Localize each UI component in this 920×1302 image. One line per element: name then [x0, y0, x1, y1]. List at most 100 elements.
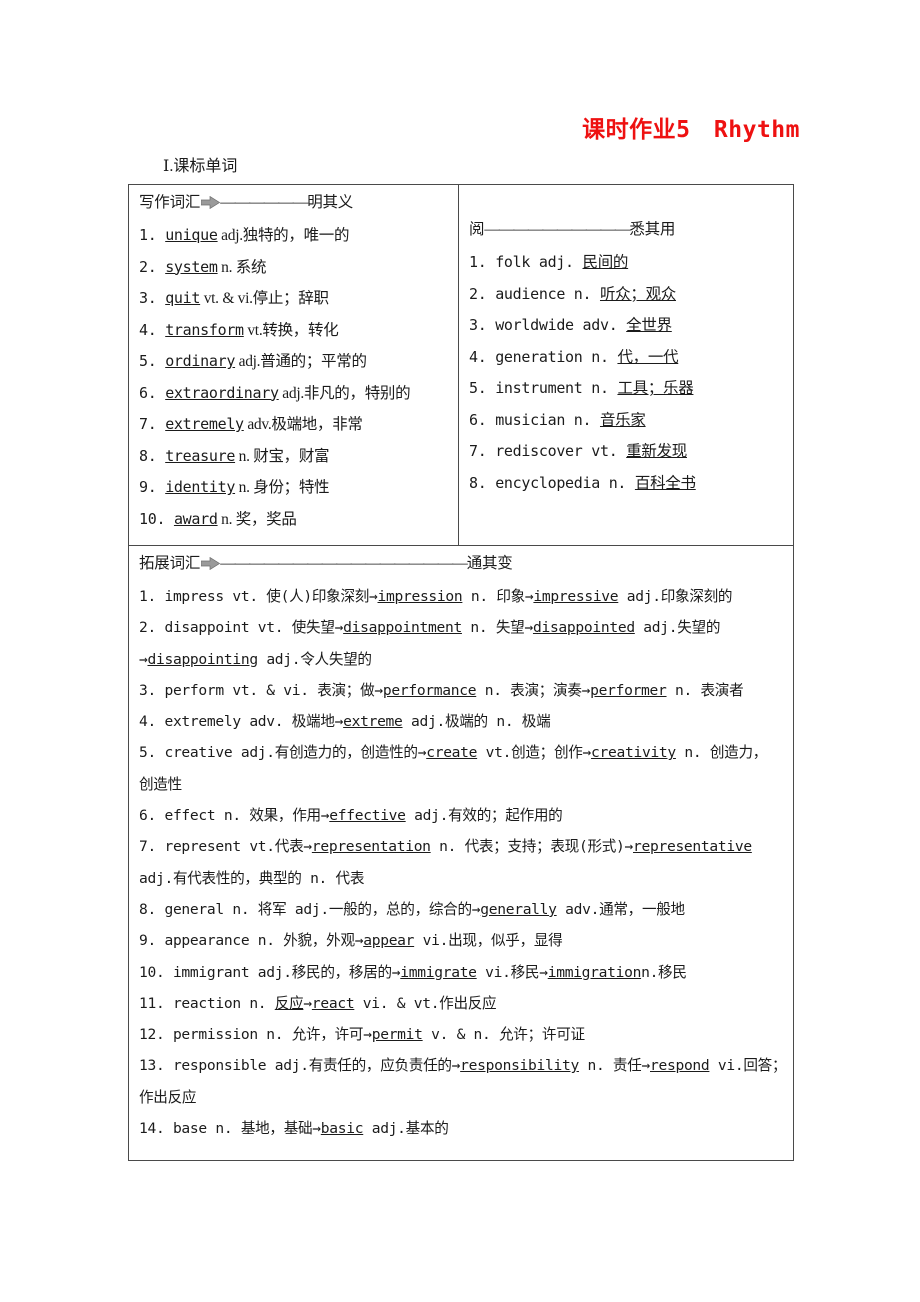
item-number: 3. [469, 316, 496, 334]
extended-vocab-line: 13. responsible adj.有责任的，应负责任的→responsib… [139, 1050, 787, 1081]
vocab-word: worldwide adv. [495, 316, 627, 334]
vocab-meaning: 百科全书 [634, 474, 696, 492]
vocab-word: extraordinary [165, 383, 279, 402]
vocab-text: vi.出现，似乎，显得 [414, 932, 563, 950]
item-number: 1. [469, 253, 496, 271]
writing-vocab-header-label: 写作词汇 [139, 194, 201, 211]
reading-vocab-item: 8. encyclopedia n. 百科全书 [469, 468, 783, 500]
vocab-text: n. 印象→ [462, 588, 534, 605]
vocab-word: ordinary [165, 352, 236, 370]
derived-word: performer [590, 681, 667, 699]
reading-vocab-item: 4. generation n. 代，一代 [469, 342, 783, 374]
vocabulary-table: 写作词汇 ——————明其义 1. unique adj.独特的，唯一的 2. sy… [128, 184, 794, 1162]
vocab-text: n. 失望→ [461, 619, 533, 637]
writing-vocab-item: 8. treasure n. 财宝，财富 [139, 441, 448, 473]
derived-word: creativity [591, 744, 676, 762]
derived-word: effective [329, 807, 406, 825]
item-number: 6. [139, 383, 166, 402]
item-number: 6. [469, 410, 496, 429]
reading-vocab-item: 3. worldwide adv. 全世界 [469, 310, 783, 342]
vocab-text: 9. appearance n. 外貌，外观→ [139, 932, 364, 950]
derived-word: disappointment [343, 619, 462, 637]
vocab-text: 6. effect n. 效果，作用→ [139, 807, 330, 825]
writing-vocab-header-dashes: —————— [220, 194, 308, 211]
extended-vocab-line: 12. permission n. 允许，许可→permit v. & n. 允… [139, 1019, 783, 1050]
extended-vocab-line: 6. effect n. 效果，作用→effective adj.有效的；起作用… [139, 800, 783, 831]
derived-word: representation [311, 838, 431, 856]
vocab-definition: adj.独特的，唯一的 [217, 227, 350, 244]
vocab-word: system [165, 257, 218, 276]
item-number: 7. [469, 442, 496, 460]
vocab-text: 12. permission n. 允许，许可→ [139, 1026, 372, 1044]
vocab-text: 10. immigrant adj.移民的，移居的→ [139, 963, 401, 981]
vocab-definition: n. 财宝，财富 [235, 447, 330, 465]
item-number: 4. [139, 320, 166, 339]
vocab-word: treasure [165, 446, 236, 465]
derived-word: generally [480, 900, 557, 918]
page-title: 课时作业5 Rhythm [582, 117, 800, 143]
vocab-definition: n. 系统 [217, 258, 267, 276]
vocab-text: n. 表演；演奏→ [476, 681, 591, 699]
writing-vocab-item: 1. unique adj.独特的，唯一的 [139, 220, 448, 252]
vocab-text: adj.失望的 [634, 619, 721, 637]
vocab-definition: adj.普通的；平常的 [235, 353, 367, 370]
item-number: 8. [469, 473, 496, 492]
writing-vocab-header: 写作词汇 ——————明其义 [139, 192, 448, 214]
vocab-word: folk adj. [495, 253, 583, 271]
item-number: 5. [469, 379, 496, 397]
vocab-text: n. 代表；支持；表现(形式)→ [430, 838, 634, 856]
vocab-definition: vt. & vi.停止；辞职 [200, 290, 329, 307]
extended-vocab-line: →disappointing adj.令人失望的 [139, 644, 783, 675]
writing-vocab-item: 2. system n. 系统 [139, 252, 448, 284]
derived-word: representative [633, 838, 752, 856]
derived-word: immigration [547, 963, 642, 981]
vocab-meaning: 全世界 [626, 317, 672, 334]
extended-vocab-header: 拓展词汇 —————————————————通其变 [139, 553, 783, 575]
extended-vocab-line: 创造性 [139, 769, 783, 800]
derived-word: immigrate [400, 963, 477, 981]
document-page: 课时作业5 Rhythm Ⅰ.课标单词 写作词汇 ——————明其义 1. uni… [0, 0, 920, 1302]
vocab-text: → [303, 994, 312, 1012]
derived-word: performance [382, 681, 477, 699]
vocab-word: award [173, 509, 218, 528]
vocab-text: n. 表演者 [666, 681, 744, 699]
vocab-meaning: 音乐家 [599, 411, 646, 429]
vocab-text: 5. creative adj.有创造力的，创造性的→ [139, 744, 427, 762]
vocab-text: n. 创造力， [675, 744, 768, 762]
extended-vocab-line: 3. perform vt. & vi. 表演；做→performance n.… [139, 675, 783, 706]
extended-vocab-line: 1. impress vt. 使(人)印象深刻→impression n. 印象… [139, 581, 783, 612]
vocab-text: adj.有效的；起作用的 [405, 807, 563, 825]
derived-word: appear [363, 932, 415, 950]
vocab-text: 13. responsible adj.有责任的，应负责任的→ [139, 1057, 461, 1075]
vocab-meaning: 听众；观众 [599, 285, 676, 303]
item-number: 10. [139, 509, 174, 528]
derived-word: create [426, 744, 478, 762]
reading-vocab-list: 1. folk adj. 民间的 2. audience n. 听众；观众 3. w… [469, 247, 783, 499]
vocab-text: vi. & vt.作出反应 [354, 994, 497, 1012]
reading-vocab-item: 2. audience n. 听众；观众 [469, 279, 783, 311]
extended-vocab-line: 7. represent vt.代表→representation n. 代表；… [139, 831, 783, 862]
extended-vocab-line: adj.有代表性的，典型的 n. 代表 [139, 863, 783, 894]
vocab-meaning: 工具；乐器 [617, 380, 694, 397]
extended-vocab-cell: 拓展词汇 —————————————————通其变 1. impress vt. … [129, 545, 793, 1160]
extended-vocab-line: 11. reaction n. 反应→react vi. & vt.作出反应 [139, 988, 783, 1019]
writing-vocab-item: 7. extremely adv.极端地，非常 [139, 409, 448, 441]
vocab-text: → [139, 650, 148, 668]
reading-vocab-cell: 阅——————————悉其用 1. folk adj. 民间的 2. audien… [459, 185, 793, 545]
writing-vocab-item: 6. extraordinary adj.非凡的，特别的 [139, 378, 448, 410]
item-number: 9. [139, 478, 166, 496]
vocab-word: identity [165, 478, 236, 496]
writing-vocab-item: 5. ordinary adj.普通的；平常的 [139, 346, 448, 378]
reading-vocab-item: 5. instrument n. 工具；乐器 [469, 373, 783, 405]
vocab-text: vi.回答； [709, 1057, 787, 1075]
item-number: 4. [469, 347, 496, 366]
reading-vocab-header-tail: 悉其用 [629, 221, 676, 238]
vocab-text: vt.创造；创作→ [477, 744, 592, 762]
vocab-meaning: 重新发现 [626, 443, 687, 460]
item-number: 7. [139, 415, 166, 433]
item-number: 1. [139, 226, 166, 244]
section-label: Ⅰ.课标单词 [163, 158, 238, 175]
derived-word: extreme [343, 713, 403, 731]
vocab-text: 14. base n. 基地，基础→ [139, 1120, 321, 1138]
vocab-text: 2. disappoint vt. 使失望→ [139, 619, 344, 637]
